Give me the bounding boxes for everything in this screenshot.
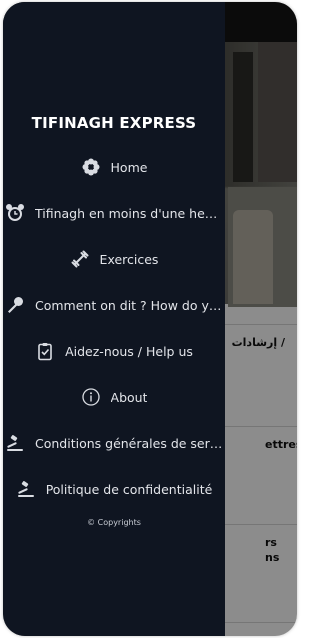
navigation-drawer: TIFINAGH EXPRESS Home Tifinagh en moins … xyxy=(3,2,225,636)
menu-item-politique[interactable]: Politique de confidentialité xyxy=(3,474,225,504)
menu-item-label: About xyxy=(110,389,148,405)
menu-item-about[interactable]: About xyxy=(3,382,225,412)
dumbbell-icon xyxy=(70,249,90,269)
menu-item-comment-on-dit[interactable]: Comment on dit ? How do you say? xyxy=(3,290,225,320)
menu-item-conditions[interactable]: Conditions générales de service xyxy=(3,428,225,458)
microphone-icon xyxy=(5,295,25,315)
gavel-icon xyxy=(5,433,25,453)
gavel-icon xyxy=(16,479,36,499)
menu-item-label: Home xyxy=(110,159,148,175)
flower-icon xyxy=(81,157,101,177)
copyright-text: © Copyrights xyxy=(87,518,141,527)
menu-item-tifinagh-course[interactable]: Tifinagh en moins d'une heure xyxy=(3,198,225,228)
phone-screen: إرشادات / ettres rs ns TIFINAGH EXPRESS … xyxy=(3,2,297,636)
menu-item-label: Conditions générales de service xyxy=(35,435,225,451)
info-icon xyxy=(81,387,101,407)
menu-item-label: Comment on dit ? How do you say? xyxy=(35,297,225,313)
menu-item-home[interactable]: Home xyxy=(3,152,225,182)
menu-item-label: Politique de confidentialité xyxy=(45,481,213,497)
menu-item-label: Exercices xyxy=(99,251,159,267)
alarm-clock-icon xyxy=(5,203,25,223)
menu-item-label: Aidez-nous / Help us xyxy=(65,343,193,359)
menu-item-label: Tifinagh en moins d'une heure xyxy=(35,205,225,221)
menu-item-aidez-nous[interactable]: Aidez-nous / Help us xyxy=(3,336,225,366)
app-title: TIFINAGH EXPRESS xyxy=(31,114,197,132)
menu-item-exercices[interactable]: Exercices xyxy=(3,244,225,274)
clipboard-icon xyxy=(35,341,55,361)
